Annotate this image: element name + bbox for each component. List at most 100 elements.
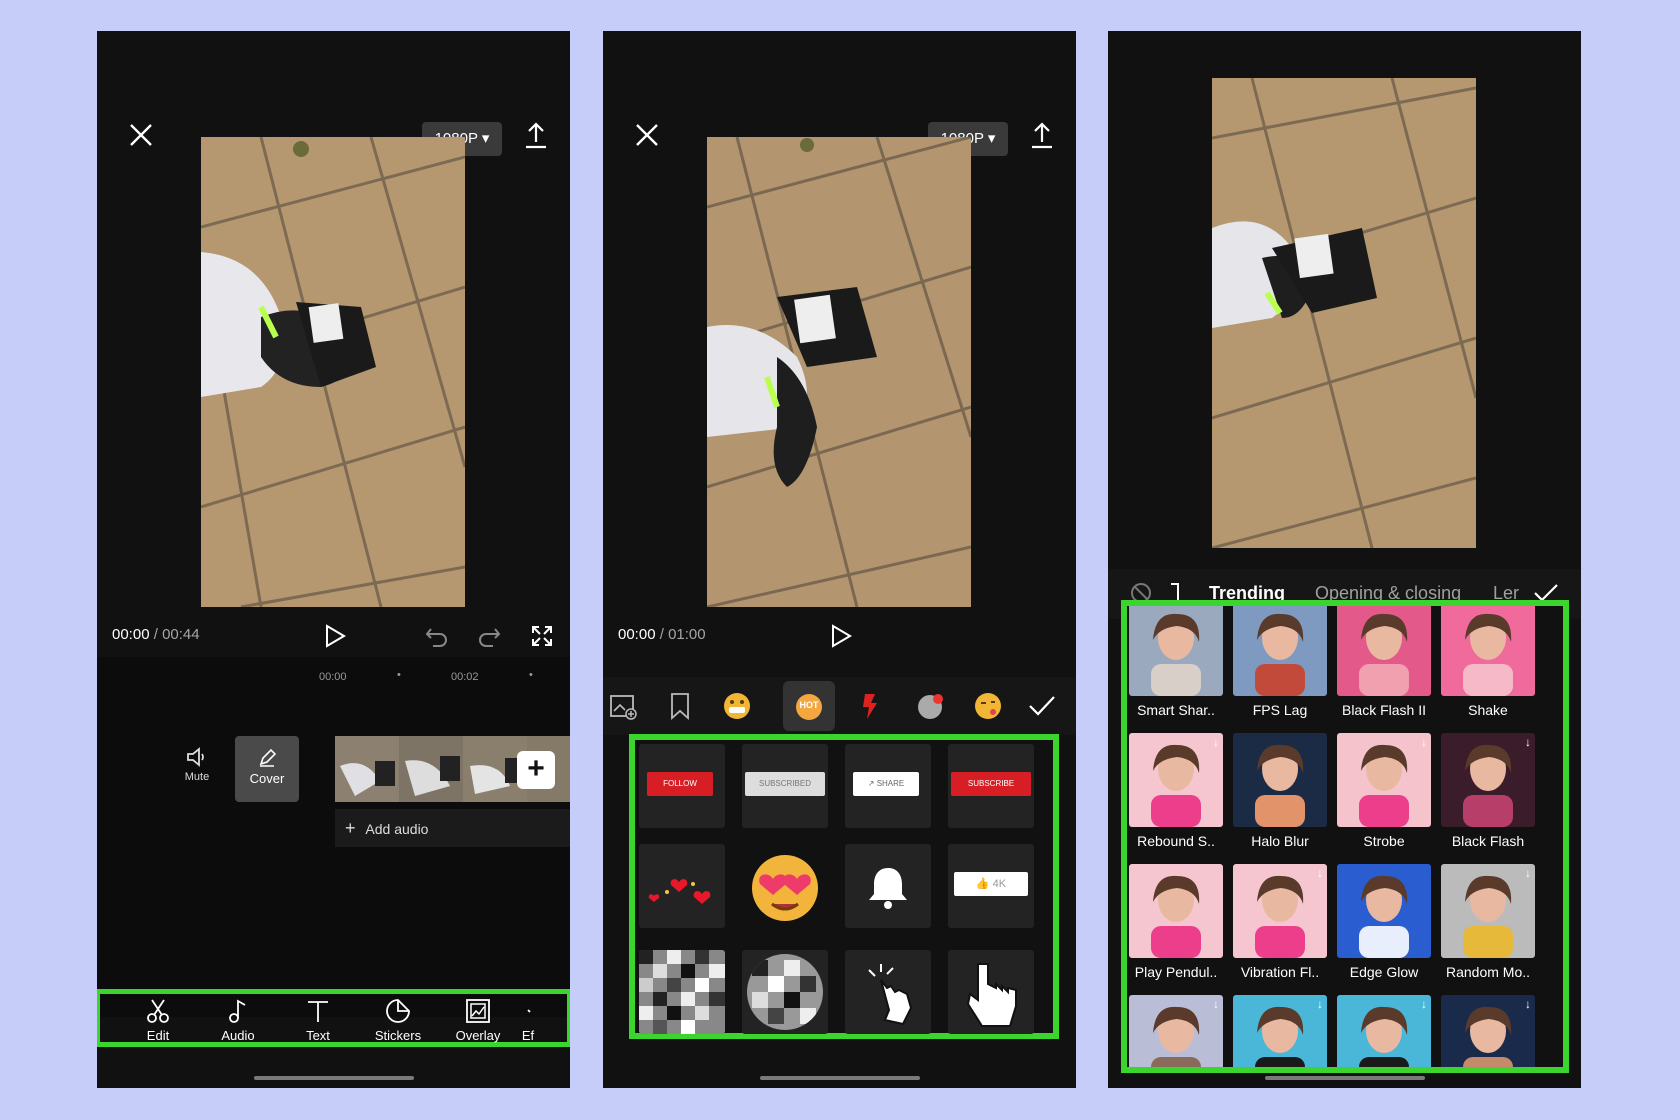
effect-item[interactable]: Shake (1441, 606, 1535, 742)
effect-thumbnail (1233, 606, 1327, 696)
effect-thumbnail (1337, 864, 1431, 958)
effect-item[interactable]: Edge Glow (1337, 864, 1431, 1004)
time-display: 00:00 / 00:44 (112, 626, 200, 643)
toolbar-overlay[interactable]: Overlay (443, 998, 513, 1043)
effect-item[interactable]: ↓ Strobe (1337, 733, 1431, 873)
mute-label: Mute (184, 771, 210, 783)
sticker-tap-hand[interactable] (845, 950, 931, 1034)
effect-thumbnail (1129, 606, 1223, 696)
add-audio-button[interactable]: + Add audio (335, 809, 570, 847)
toolbar-effects[interactable]: Ef (508, 998, 548, 1043)
sticker-pointer-hand[interactable] (948, 950, 1034, 1034)
effect-item[interactable]: Smart Shar.. (1129, 606, 1223, 742)
effects-icon (527, 1009, 531, 1013)
toolbar-edit[interactable]: Edit (123, 998, 193, 1043)
close-icon[interactable] (127, 121, 155, 149)
effect-label: Halo Blur (1251, 833, 1309, 849)
effect-item[interactable]: Halo Blur (1233, 733, 1327, 873)
timeline-dot: • (397, 669, 401, 681)
sticker-follow-button[interactable]: FOLLOW (639, 744, 725, 828)
sticker-pixel-mosaic[interactable] (639, 950, 725, 1034)
effect-label: Edge Glow (1349, 964, 1419, 980)
effect-thumbnail: ↓ (1337, 733, 1431, 827)
current-time: 00:00 (112, 626, 150, 643)
effect-label: Black Flash (1451, 833, 1525, 849)
effect-item[interactable]: ↓ Vibration Fl.. (1233, 864, 1327, 1004)
add-clip-button[interactable]: + (517, 751, 555, 789)
sticker-hearts[interactable] (639, 844, 725, 928)
effect-item[interactable]: ↓ (1441, 995, 1535, 1067)
home-indicator (254, 1076, 414, 1080)
effect-item[interactable]: ↓ (1337, 995, 1431, 1067)
effect-thumbnail (1441, 606, 1535, 696)
effect-item[interactable]: ↓ Black Flash (1441, 733, 1535, 873)
effect-item[interactable]: FPS Lag (1233, 606, 1327, 742)
effect-item[interactable]: Black Flash II (1337, 606, 1431, 742)
cover-button[interactable]: Cover (235, 736, 299, 802)
toolbar-stickers[interactable]: Stickers (363, 998, 433, 1043)
effect-item[interactable]: Play Pendul.. (1129, 864, 1223, 1004)
sticker-subscribe-button[interactable]: SUBSCRIBE (948, 744, 1034, 828)
toolbar-text[interactable]: Text (283, 998, 353, 1043)
effect-thumbnail: ↓ (1441, 864, 1535, 958)
sticker-text: SUBSCRIBE (951, 772, 1031, 796)
sticker-round-mosaic[interactable] (742, 950, 828, 1034)
timeline-dot: • (529, 669, 533, 681)
effect-item[interactable]: ↓ (1129, 995, 1223, 1067)
grin-emoji-icon[interactable] (720, 689, 754, 723)
play-icon[interactable] (323, 623, 347, 649)
sticker-icon (386, 999, 410, 1023)
sticker-share-button[interactable]: ↗ SHARE (845, 744, 931, 828)
download-icon: ↓ (1317, 997, 1323, 1011)
text-icon (308, 1001, 328, 1022)
sticker-like-count[interactable]: 👍 4K (948, 844, 1034, 928)
export-icon[interactable] (523, 120, 549, 150)
timeline-tick: 00:00 (319, 671, 347, 683)
effect-thumbnail: ↓ (1129, 995, 1223, 1067)
time-separator: / (149, 626, 163, 643)
toolbar-audio[interactable]: Audio (203, 998, 273, 1043)
mute-button[interactable]: Mute (172, 746, 222, 783)
sticker-bell[interactable] (845, 844, 931, 928)
tap-hand-icon (868, 964, 913, 1026)
like-pill: 👍 4K (954, 872, 1028, 896)
effect-label: Smart Shar.. (1137, 702, 1215, 718)
video-frame-image (1212, 78, 1476, 548)
effect-item[interactable]: ↓ (1233, 995, 1327, 1067)
effect-thumbnail: ↓ (1441, 995, 1535, 1067)
current-time: 00:00 (618, 626, 656, 643)
download-icon: ↓ (1525, 997, 1531, 1011)
sticker-text: 4K (992, 878, 1007, 890)
sticker-share-pill: ↗ SHARE (853, 772, 919, 796)
lightning-sticker-icon[interactable] (853, 689, 887, 723)
hot-badge-label: HOT (799, 700, 819, 710)
sticker-heart-eyes-emoji[interactable] (742, 844, 828, 928)
toolbar-label: Audio (221, 1028, 255, 1043)
hearts-icon (648, 879, 711, 904)
wink-emoji-icon[interactable] (971, 689, 1005, 723)
download-icon: ↓ (1213, 735, 1219, 749)
download-icon: ↓ (1525, 866, 1531, 880)
bottom-toolbar: Edit Audio Text Stickers Overlay Ef (97, 989, 570, 1047)
close-icon[interactable] (633, 121, 661, 149)
undo-icon[interactable] (425, 625, 449, 647)
video-preview (707, 137, 971, 607)
hot-tab[interactable]: HOT (783, 681, 835, 731)
effect-item[interactable]: ↓ Rebound S.. (1129, 733, 1223, 873)
redo-icon[interactable] (477, 625, 501, 647)
heart-eyes-emoji-icon (752, 855, 818, 921)
fullscreen-icon[interactable] (531, 625, 553, 647)
bookmark-icon[interactable] (663, 689, 697, 723)
home-indicator (760, 1076, 920, 1080)
sticker-subscribed-button[interactable]: SUBSCRIBED (742, 744, 828, 828)
add-image-icon[interactable] (606, 689, 640, 723)
effect-item[interactable]: ↓ Random Mo.. (1441, 864, 1535, 1004)
play-icon[interactable] (829, 623, 853, 649)
moon-sticker-icon[interactable] (913, 689, 947, 723)
effect-thumbnail: ↓ (1441, 733, 1535, 827)
download-icon: ↓ (1421, 735, 1427, 749)
confirm-check-icon[interactable] (1025, 689, 1059, 723)
export-icon[interactable] (1029, 120, 1055, 150)
effect-thumbnail: ↓ (1233, 995, 1327, 1067)
pointer-hand-icon (966, 963, 1017, 1027)
